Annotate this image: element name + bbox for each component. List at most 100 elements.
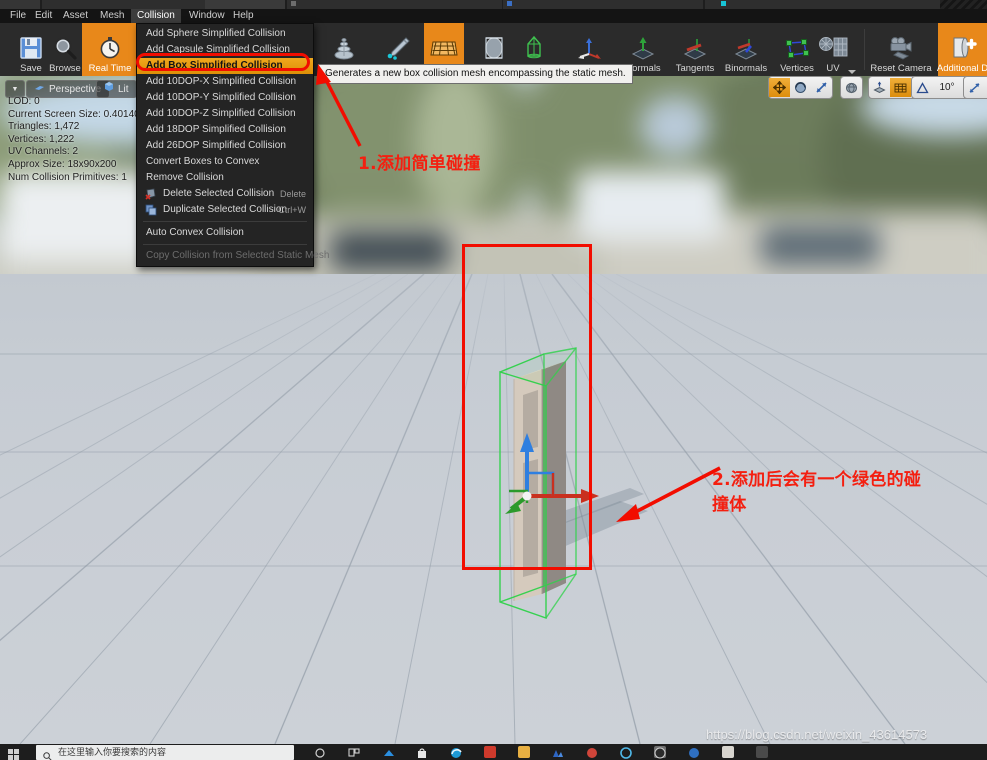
menu-item-delete-selected-collision[interactable]: Delete Selected Collision Delete xyxy=(137,186,313,202)
menu-item-label: Add 10DOP-Y Simplified Collision xyxy=(146,92,296,103)
toolbar-additionaldata-label: Additional D xyxy=(936,63,987,74)
coordinate-system-button[interactable] xyxy=(841,78,862,97)
menu-item-add-18dop-collision[interactable]: Add 18DOP Simplified Collision xyxy=(137,122,313,138)
transform-mode-group xyxy=(768,76,833,99)
menu-item-label: Add 26DOP Simplified Collision xyxy=(146,140,286,151)
menu-item-add-10dopx-collision[interactable]: Add 10DOP-X Simplified Collision xyxy=(137,74,313,90)
onedrive-icon[interactable] xyxy=(382,746,394,758)
menu-asset[interactable]: Asset xyxy=(57,9,94,23)
perspective-icon xyxy=(34,82,45,97)
taskbar-search-placeholder: 在这里输入你要搜索的内容 xyxy=(58,747,167,757)
stat-screen-size: Current Screen Size: 0.401401 xyxy=(8,108,146,120)
menu-item-copy-collision-from-selected-static-mesh: Copy Collision from Selected Static Mesh xyxy=(137,248,329,264)
window-tab[interactable] xyxy=(205,0,285,9)
scale-mode-button[interactable] xyxy=(811,78,832,97)
window-tab-strip xyxy=(0,0,987,9)
app-blue-icon[interactable] xyxy=(552,746,564,758)
coordinate-system-group xyxy=(840,76,863,99)
menu-window-label: Window xyxy=(189,10,225,21)
menu-item-add-sphere-collision[interactable]: Add Sphere Simplified Collision xyxy=(137,26,313,42)
menu-item-duplicate-selected-collision[interactable]: Duplicate Selected Collision Ctrl+W xyxy=(137,202,313,218)
app-red-icon[interactable] xyxy=(586,746,598,758)
tangents-icon xyxy=(681,33,709,63)
stat-lod: LOD: 0 xyxy=(8,96,40,107)
angle-snap-value[interactable]: 10° xyxy=(933,82,961,93)
watermark: https://blog.csdn.net/weixin_43614573 xyxy=(706,727,928,742)
menu-item-add-26dop-collision[interactable]: Add 26DOP Simplified Collision xyxy=(137,138,313,154)
additional-data-icon xyxy=(949,33,977,63)
uv-dropdown-caret-icon[interactable] xyxy=(848,70,856,74)
menu-edit-label: Edit xyxy=(35,10,53,21)
uv-icon xyxy=(817,33,849,63)
rotate-mode-button[interactable] xyxy=(790,78,811,97)
window-tab[interactable] xyxy=(503,0,703,9)
menu-item-label: Add 10DOP-Z Simplified Collision xyxy=(146,108,296,119)
toolbar-additionaldata-button[interactable]: Additional D xyxy=(936,23,987,76)
windows-taskbar: 在这里输入你要搜索的内容 xyxy=(0,744,987,760)
toolbar-realtime-label: Real Time xyxy=(88,63,132,74)
stat-vertices: Vertices: 1,222 xyxy=(8,133,75,145)
menu-item-label: Convert Boxes to Convex xyxy=(146,156,260,167)
notes-app-icon[interactable] xyxy=(722,746,734,758)
menu-item-convert-boxes-to-convex[interactable]: Convert Boxes to Convex xyxy=(137,154,313,170)
surface-snap-button[interactable] xyxy=(869,78,890,97)
menu-file[interactable]: File xyxy=(4,9,32,23)
start-button[interactable] xyxy=(8,747,19,760)
toolbar-realtime-button[interactable]: Real Time xyxy=(82,23,138,76)
menu-edit[interactable]: Edit xyxy=(29,9,58,23)
lit-cube-icon xyxy=(104,81,114,97)
menu-help[interactable]: Help xyxy=(227,9,260,23)
toolbar-uv-label: UV xyxy=(826,63,840,74)
menu-item-add-10dopz-collision[interactable]: Add 10DOP-Z Simplified Collision xyxy=(137,106,313,122)
window-tab[interactable] xyxy=(0,0,40,9)
stat-collision-primitives: Num Collision Primitives: 1 xyxy=(8,171,127,183)
pdf-reader-icon[interactable] xyxy=(484,746,496,758)
menu-item-remove-collision[interactable]: Remove Collision xyxy=(137,170,313,186)
toolbar-separator xyxy=(864,29,865,70)
annotation-label-1: 1.添加简单碰撞 xyxy=(358,154,481,174)
grid-snap-toggle[interactable] xyxy=(890,78,911,97)
menu-item-label: Remove Collision xyxy=(146,172,224,183)
scale-snap-toggle[interactable] xyxy=(964,78,985,97)
menu-mesh[interactable]: Mesh xyxy=(94,9,130,23)
app-lightblue-icon[interactable] xyxy=(620,746,632,759)
taskview-icon[interactable] xyxy=(314,746,326,758)
chevron-down-icon: ▼ xyxy=(11,85,19,93)
menu-item-auto-convex-collision[interactable]: Auto Convex Collision xyxy=(137,225,313,241)
menu-item-label: Auto Convex Collision xyxy=(146,227,244,238)
app-generic-icon[interactable] xyxy=(756,746,768,758)
lit-label: Lit xyxy=(118,83,129,95)
toolbar-uv-button[interactable]: UV xyxy=(812,23,854,76)
toolbar-resetcamera-button[interactable]: Reset Camera xyxy=(868,23,934,76)
tab-icon xyxy=(507,1,512,6)
stat-uv-channels: UV Channels: 2 xyxy=(8,146,79,158)
collision-icon xyxy=(520,33,548,63)
magnifier-icon xyxy=(52,33,78,63)
menu-collision-label: Collision xyxy=(137,10,175,21)
menu-collision[interactable]: Collision xyxy=(131,9,181,23)
menu-item-label: Add 10DOP-X Simplified Collision xyxy=(146,76,297,87)
taskbar-search-input[interactable]: 在这里输入你要搜索的内容 xyxy=(36,745,294,760)
delete-collision-icon xyxy=(145,188,157,200)
window-tab[interactable] xyxy=(705,0,940,9)
window-drag-area xyxy=(940,0,987,9)
edge-icon[interactable] xyxy=(450,746,462,758)
angle-snap-toggle[interactable] xyxy=(912,78,933,97)
wireframe-icon xyxy=(330,33,358,63)
stat-approx-size: Approx Size: 18x90x200 xyxy=(8,158,117,170)
cortana-icon[interactable] xyxy=(348,746,360,758)
file-explorer-icon[interactable] xyxy=(518,746,530,758)
menu-item-label: Delete Selected Collision xyxy=(163,188,275,199)
menu-item-add-10dopy-collision[interactable]: Add 10DOP-Y Simplified Collision xyxy=(137,90,313,106)
menu-window[interactable]: Window xyxy=(183,9,231,23)
menu-mesh-label: Mesh xyxy=(100,10,125,21)
translate-mode-button[interactable] xyxy=(769,78,790,97)
duplicate-collision-icon xyxy=(145,204,157,216)
toolbar-binormals-label: Binormals xyxy=(724,63,768,74)
app-circle-blue-icon[interactable] xyxy=(688,746,700,758)
window-tab[interactable] xyxy=(287,0,502,9)
menu-item-accelerator: Ctrl+W xyxy=(278,205,306,215)
unreal-engine-icon[interactable] xyxy=(654,746,666,759)
menu-file-label: File xyxy=(10,10,27,21)
store-icon[interactable] xyxy=(416,746,428,758)
